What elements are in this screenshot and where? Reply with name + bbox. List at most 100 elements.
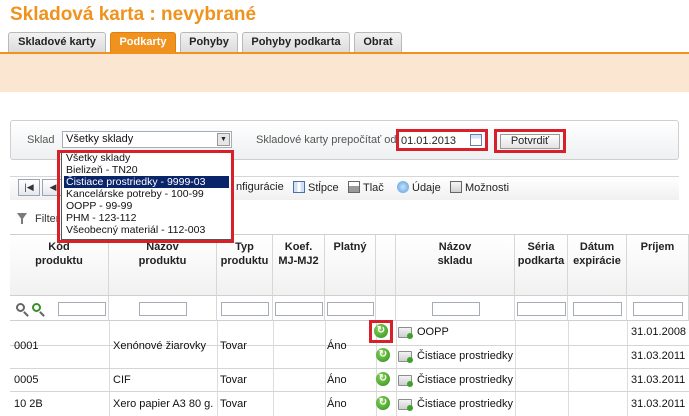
search-input-datum[interactable] <box>573 302 622 316</box>
columns-label: Stĺpce <box>308 182 339 194</box>
store-select-value: Všetky sklady <box>66 133 134 145</box>
col-header-platny[interactable]: Platný <box>325 235 376 295</box>
search-input-koef[interactable] <box>275 302 323 316</box>
search-cell-platny <box>325 295 376 321</box>
dropdown-option[interactable]: Bielizeň - TN20 <box>64 164 229 176</box>
col-header-seria[interactable]: Séria podkarta <box>515 235 568 295</box>
printer-icon <box>348 181 360 193</box>
configuration-button[interactable]: nfigurácie <box>236 181 284 193</box>
cell-code[interactable]: 10 2B <box>14 398 43 410</box>
search-cell-kod <box>10 295 109 321</box>
col-header-datum[interactable]: Dátum expirácie <box>568 235 627 295</box>
cell-valid[interactable]: Áno <box>327 398 347 410</box>
cell-store-name[interactable]: Čistiace prostriedky <box>417 350 513 362</box>
store-icon <box>398 351 413 363</box>
search-cell-prijem <box>627 295 689 321</box>
columns-button[interactable]: Stĺpce <box>293 181 339 194</box>
refresh-icon[interactable]: ↻ <box>376 372 390 386</box>
search-cell-icon <box>376 295 396 321</box>
search-input-sklad[interactable] <box>432 302 480 316</box>
options-icon <box>450 181 462 193</box>
cell-valid[interactable]: Áno <box>327 340 347 352</box>
search-cell-sklad <box>396 295 515 321</box>
store-icon <box>398 375 413 387</box>
store-select[interactable]: Všetky sklady ▼ <box>62 131 232 148</box>
tab-skladove-karty[interactable]: Skladové karty <box>8 32 106 52</box>
date-field-highlight <box>396 129 488 151</box>
calendar-icon[interactable] <box>470 134 482 146</box>
col-header-prijem[interactable]: Príjem <box>627 235 689 295</box>
search-input-seria[interactable] <box>517 302 566 316</box>
store-dropdown-list: Všetky sklady Bielizeň - TN20 Čistiace p… <box>61 150 232 240</box>
options-button[interactable]: Možnosti <box>450 181 509 194</box>
dropdown-option[interactable]: Kancelárske potreby - 100-99 <box>64 188 229 200</box>
cell-receipt-date[interactable]: 31.03.2011 <box>631 374 685 386</box>
filter-toggle[interactable]: Filter <box>35 213 59 225</box>
search-cell-nazov <box>109 295 217 321</box>
search-icon[interactable] <box>16 303 25 312</box>
chevron-down-icon[interactable]: ▼ <box>217 133 230 146</box>
refresh-icon[interactable]: ↻ <box>376 396 390 410</box>
store-icon <box>398 399 413 411</box>
cell-valid[interactable]: Áno <box>327 374 347 386</box>
cell-product-name[interactable]: Xenónové žiarovky <box>113 340 206 352</box>
row-divider <box>10 345 689 346</box>
col-header-nazov-skladu[interactable]: Názov skladu <box>396 235 515 295</box>
prev-page-icon: ◀ <box>49 182 57 192</box>
recalc-label: Skladové karty prepočítať od <box>256 134 397 146</box>
print-button[interactable]: Tlač <box>348 181 384 194</box>
col-header-nazov-produktu[interactable]: Názov produktu <box>109 235 217 295</box>
data-label: Údaje <box>412 182 441 194</box>
confirm-button[interactable]: Potvrdiť <box>500 134 560 149</box>
cell-receipt-date[interactable]: 31.01.2008 <box>631 326 686 338</box>
search-cell-datum <box>568 295 627 321</box>
configuration-label: nfigurácie <box>236 181 284 193</box>
dropdown-option[interactable]: Všeobecný materiál - 112-003 <box>64 224 229 236</box>
date-input[interactable] <box>401 134 465 147</box>
dropdown-option[interactable]: Všetky sklady <box>64 152 229 164</box>
col-header-koef[interactable]: Koef. MJ-MJ2 <box>273 235 325 295</box>
store-label: Sklad <box>27 134 55 146</box>
search-input-typ[interactable] <box>221 302 269 316</box>
row-divider <box>10 391 689 392</box>
search-input-prijem[interactable] <box>633 302 683 316</box>
col-header-typ[interactable]: Typ produktu <box>217 235 273 295</box>
store-icon <box>398 327 413 339</box>
cell-product-name[interactable]: CIF <box>113 374 131 386</box>
dropdown-option-selected[interactable]: Čistiace prostriedky - 9999-03 <box>64 176 229 188</box>
tab-podkarty[interactable]: Podkarty <box>110 32 176 52</box>
cell-type[interactable]: Tovar <box>220 340 247 352</box>
cell-store-name[interactable]: Čistiace prostriedky <box>417 374 513 386</box>
options-label: Možnosti <box>465 182 510 194</box>
cell-type[interactable]: Tovar <box>220 374 247 386</box>
search-input-nazov[interactable] <box>139 302 187 316</box>
first-page-button[interactable]: |◀ <box>18 179 40 196</box>
tab-content-band <box>0 52 689 92</box>
print-label: Tlač <box>363 182 384 194</box>
cell-code[interactable]: 0005 <box>14 374 38 386</box>
search-input-kod[interactable] <box>58 302 106 316</box>
search-cell-seria <box>515 295 568 321</box>
tab-pohyby[interactable]: Pohyby <box>180 32 238 52</box>
col-header-kod[interactable]: Kód produktu <box>10 235 109 295</box>
dropdown-option[interactable]: PHM - 123-112 <box>64 212 229 224</box>
cell-receipt-date[interactable]: 31.03.2011 <box>631 398 685 410</box>
search-input-platny[interactable] <box>327 302 374 316</box>
cell-type[interactable]: Tovar <box>220 398 247 410</box>
first-page-icon: |◀ <box>24 182 34 192</box>
cell-receipt-date[interactable]: 31.03.2011 <box>631 350 685 362</box>
cell-code[interactable]: 0001 <box>14 340 38 352</box>
data-icon <box>397 181 409 193</box>
columns-icon <box>293 181 305 193</box>
cell-store-name[interactable]: OOPP <box>417 326 449 338</box>
tab-pohyby-podkarta[interactable]: Pohyby podkarta <box>242 32 350 52</box>
cell-product-name[interactable]: Xero papier A3 80 g. <box>113 398 213 410</box>
search-cell-koef <box>273 295 325 321</box>
data-button[interactable]: Údaje <box>397 181 441 194</box>
search-advanced-icon[interactable] <box>32 303 41 312</box>
cell-store-name[interactable]: Čistiace prostriedky <box>417 398 513 410</box>
dropdown-option[interactable]: OOPP - 99-99 <box>64 200 229 212</box>
refresh-icon-highlight <box>369 320 393 343</box>
tab-obrat[interactable]: Obrat <box>354 32 402 52</box>
refresh-icon[interactable]: ↻ <box>376 348 390 362</box>
